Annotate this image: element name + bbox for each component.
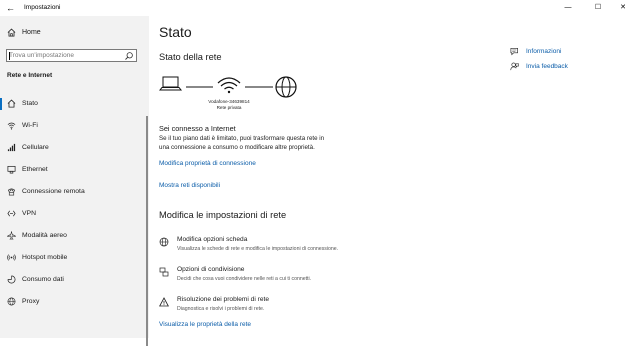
dialup-icon [7,188,16,196]
sidebar-item-proxy[interactable]: Proxy [0,293,145,311]
view-network-properties-link[interactable]: Visualizza le proprietà della rete [159,321,251,328]
warning-icon [159,297,169,307]
data-usage-icon [7,275,16,284]
sidebar-item-hotspot-mobile[interactable]: Hotspot mobile [0,249,145,267]
wifi-icon [7,122,16,130]
sidebar: Home Rete e Internet Stato Wi-Fi Cellula… [0,16,149,346]
home-icon [7,28,16,37]
search-input[interactable] [9,50,119,61]
sidebar-item-connessione-remota[interactable]: Connessione remota [0,183,145,201]
connected-desc-line2: una connessione a consumo o modificare a… [159,144,315,151]
sidebar-item-label: Wi-Fi [22,122,38,129]
sidebar-item-ethernet[interactable]: Ethernet [0,161,145,179]
sidebar-item-stato[interactable]: Stato [0,95,145,113]
cellular-icon [7,143,16,152]
sidebar-item-vpn[interactable]: VPN [0,205,145,223]
connected-title: Sei connesso a Internet [159,124,236,133]
network-adapter-icon [159,237,169,247]
sidebar-item-label: Proxy [22,298,40,305]
title-bar: ← Impostazioni — ☐ ✕ [0,0,635,16]
troubleshooter-title: Risoluzione dei problemi di rete [177,296,269,303]
ethernet-icon [7,165,16,174]
troubleshooter-item[interactable]: Risoluzione dei problemi di rete Diagnos… [159,296,409,316]
feedback-label: Invia feedback [526,63,568,70]
change-connection-properties-link[interactable]: Modifica proprietà di connessione [159,160,256,167]
sidebar-item-cellulare[interactable]: Cellulare [0,139,145,157]
sharing-options-title: Opzioni di condivisione [177,266,245,273]
info-label: Informazioni [526,48,562,55]
adapter-options-item[interactable]: Modifica opzioni scheda Visualizza le sc… [159,236,409,256]
internet-globe-icon [275,76,297,98]
troubleshooter-desc: Diagnostica e risolvi i problemi di rete… [177,306,265,312]
home-label: Home [22,29,41,36]
sharing-icon [159,267,169,277]
hotspot-icon [7,254,16,261]
search-icon[interactable] [124,51,134,61]
sidebar-item-label: VPN [22,210,36,217]
vpn-icon [7,210,16,217]
sidebar-item-consumo-dati[interactable]: Consumo dati [0,271,145,289]
show-available-networks-link[interactable]: Mostra reti disponibili [159,182,220,189]
change-settings-heading: Modifica le impostazioni di rete [159,210,287,220]
airplane-icon [7,231,16,240]
network-type: Rete privata [216,105,242,110]
close-button[interactable]: ✕ [612,0,634,16]
sidebar-scrollbar[interactable] [146,116,148,346]
back-arrow-icon[interactable]: ← [6,0,15,16]
status-home-icon [7,99,16,108]
globe-icon [7,297,16,306]
sharing-options-item[interactable]: Opzioni di condivisione Decidi che cosa … [159,266,409,286]
sidebar-item-label: Ethernet [22,166,48,173]
sidebar-section-title: Rete e Internet [7,72,53,79]
maximize-button[interactable]: ☐ [587,0,609,16]
sidebar-item-label: Hotspot mobile [22,254,68,261]
sidebar-item-label: Connessione remota [22,188,85,195]
sidebar-item-label: Consumo dati [22,276,64,283]
window-title: Impostazioni [24,4,61,11]
network-wifi-icon [217,77,241,94]
sidebar-item-label: Stato [22,100,38,107]
text-caret [9,52,10,60]
minimize-button[interactable]: — [557,0,579,16]
search-box[interactable] [6,49,137,62]
adapter-options-desc: Visualizza le schede di rete e modifica … [177,246,339,252]
sidebar-item-wifi[interactable]: Wi-Fi [0,117,145,135]
main-content: Stato Stato della rete Vodafone-34639814… [149,16,635,338]
network-status-heading: Stato della rete [159,52,222,62]
page-title: Stato [159,24,192,40]
sharing-options-desc: Decidi che cosa vuoi condividere nelle r… [177,276,312,282]
sidebar-item-modalita-aereo[interactable]: Modalità aereo [0,227,145,245]
adapter-options-title: Modifica opzioni scheda [177,236,248,243]
feedback-icon [510,62,519,71]
info-chat-icon [510,48,518,56]
sidebar-item-label: Modalità aereo [22,232,67,239]
laptop-icon [159,76,183,91]
sidebar-item-label: Cellulare [22,144,49,151]
